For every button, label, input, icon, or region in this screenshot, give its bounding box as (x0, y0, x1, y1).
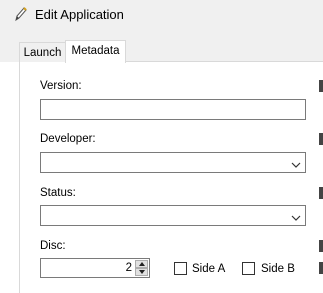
side-b-label[interactable]: Side B (261, 262, 295, 276)
version-label: Version: (40, 80, 82, 92)
status-label: Status: (40, 187, 76, 199)
clipped-label-edge (319, 240, 323, 252)
caret-down-icon (139, 270, 145, 274)
clipped-control-edge (319, 262, 323, 274)
developer-label: Developer: (40, 133, 96, 145)
version-input[interactable] (40, 99, 306, 120)
clipped-label-edge (319, 187, 323, 199)
window-title: Edit Application (35, 7, 124, 22)
disc-value: 2 (125, 262, 132, 274)
tab-metadata[interactable]: Metadata (65, 40, 126, 63)
status-combobox[interactable] (40, 205, 306, 226)
disc-spinner (135, 260, 148, 276)
pencil-icon (14, 6, 28, 22)
side-a-checkbox[interactable] (174, 262, 187, 275)
clipped-label-edge (319, 133, 323, 145)
spin-down-button[interactable] (135, 268, 148, 276)
disc-number-input[interactable]: 2 (40, 258, 150, 278)
developer-combobox[interactable] (40, 152, 306, 173)
spin-up-button[interactable] (135, 260, 148, 268)
disc-label: Disc: (40, 240, 66, 252)
side-b-checkbox[interactable] (242, 262, 255, 275)
chevron-down-icon[interactable] (291, 211, 301, 221)
tab-launch[interactable]: Launch (19, 42, 66, 64)
title-bar: Edit Application (0, 0, 323, 32)
caret-up-icon (139, 262, 145, 266)
chevron-down-icon[interactable] (291, 158, 301, 168)
clipped-label-edge (319, 80, 323, 92)
side-a-label[interactable]: Side A (192, 262, 225, 276)
